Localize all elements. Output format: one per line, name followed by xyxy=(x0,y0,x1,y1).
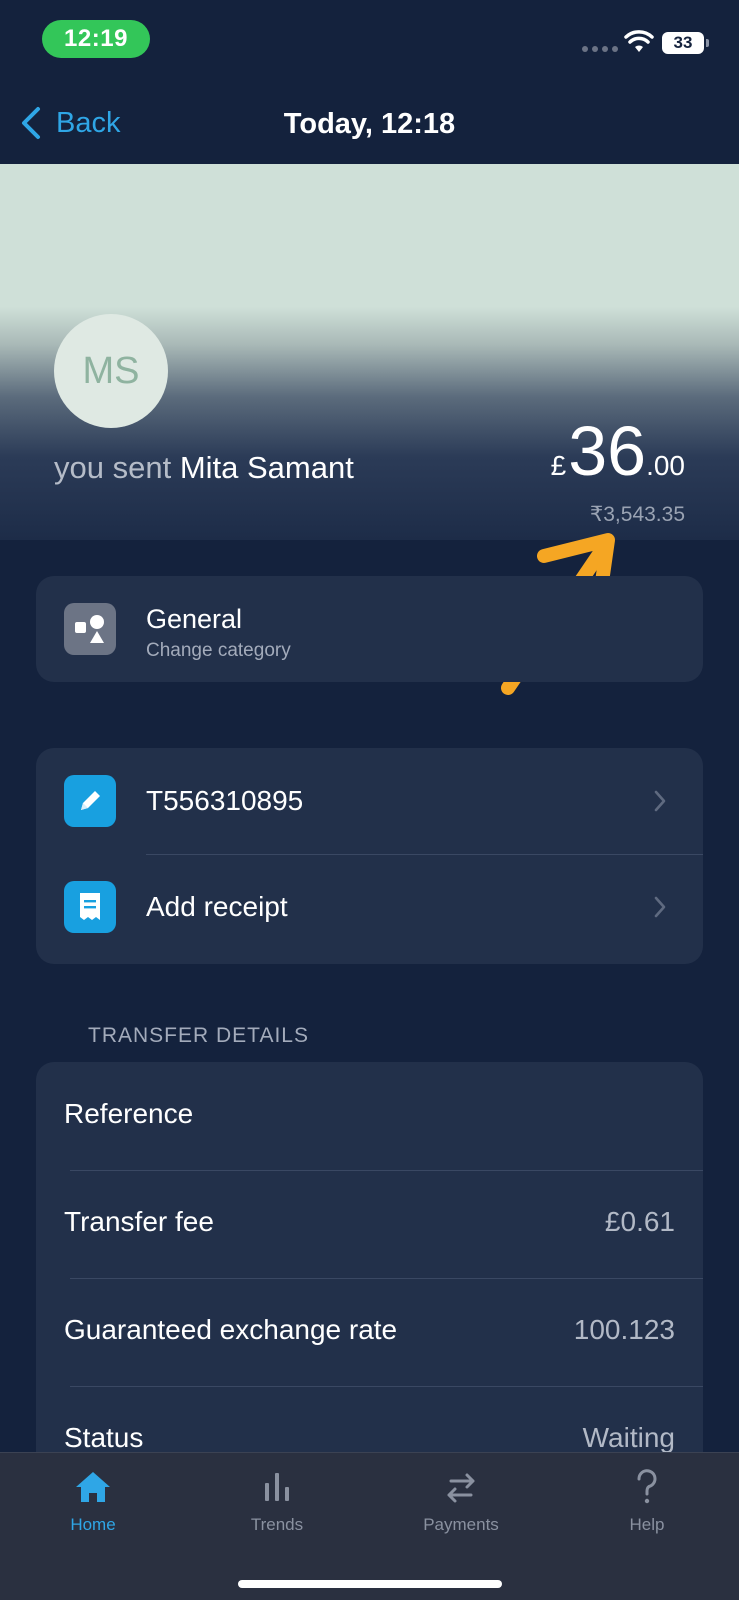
detail-row-transfer-fee: Transfer fee £0.61 xyxy=(36,1170,703,1278)
tab-label: Trends xyxy=(250,1515,304,1534)
detail-value: £0.61 xyxy=(604,1206,675,1237)
change-category-link[interactable]: Change category xyxy=(146,640,291,662)
nav-bar: Back Today, 12:18 xyxy=(0,80,739,164)
transfer-details-card: Reference Transfer fee £0.61 Guaranteed … xyxy=(36,1062,703,1462)
amount-currency: £ xyxy=(550,450,567,481)
note-label: T556310895 xyxy=(146,785,304,816)
detail-label: Reference xyxy=(64,1098,194,1129)
tab-label: Payments xyxy=(423,1515,499,1534)
transfer-arrows-icon xyxy=(447,1473,475,1503)
cellular-signal-icon xyxy=(582,46,618,52)
avatar: MS xyxy=(54,314,168,428)
detail-row-exchange-rate: Guaranteed exchange rate 100.123 xyxy=(36,1278,703,1386)
recipient-name: Mita Samant xyxy=(179,450,354,485)
tab-home[interactable]: Home xyxy=(28,1467,158,1535)
note-row[interactable]: T556310895 xyxy=(36,748,703,854)
section-title: TRANSFER DETAILS xyxy=(88,1024,309,1047)
page-title: Today, 12:18 xyxy=(283,108,456,140)
home-icon xyxy=(76,1472,110,1502)
chevron-right-icon xyxy=(654,896,666,918)
add-receipt-row[interactable]: Add receipt xyxy=(36,854,703,960)
tab-bar: Home Trends Payments Help xyxy=(0,1452,739,1600)
amount: £ 36 .00 xyxy=(551,416,685,486)
sent-description: you sent Mita Samant xyxy=(54,450,354,486)
category-shapes-icon xyxy=(64,603,116,655)
wifi-icon xyxy=(624,30,654,52)
amount-decimal: .00 xyxy=(646,450,685,481)
category-card[interactable]: General Change category xyxy=(36,576,703,682)
sent-prefix: you sent xyxy=(54,450,172,485)
tab-help[interactable]: Help xyxy=(582,1467,712,1535)
status-value: Waiting xyxy=(582,1422,675,1453)
category-title: General xyxy=(146,604,243,634)
detail-label: Status xyxy=(64,1422,144,1453)
bar-chart-icon xyxy=(265,1473,289,1501)
tab-label: Help xyxy=(629,1515,665,1534)
add-receipt-label: Add receipt xyxy=(146,891,288,922)
tab-trends[interactable]: Trends xyxy=(212,1467,342,1535)
home-indicator xyxy=(238,1580,502,1588)
actions-card: T556310895 Add receipt xyxy=(36,748,703,964)
detail-label: Transfer fee xyxy=(64,1206,214,1237)
question-mark-icon xyxy=(637,1469,657,1504)
status-time: 12:19 xyxy=(42,20,150,58)
category-row[interactable]: General Change category xyxy=(36,576,703,682)
battery-icon: 33 xyxy=(662,32,704,54)
status-bar: 12:19 33 xyxy=(0,0,739,80)
transaction-header: MS you sent Mita Samant £ 36 .00 ₹3,543.… xyxy=(0,164,739,540)
battery-nub xyxy=(706,39,709,47)
amount-whole: 36 xyxy=(568,412,647,490)
chevron-right-icon xyxy=(654,790,666,812)
converted-amount: ₹3,543.35 xyxy=(589,503,685,526)
detail-row-reference[interactable]: Reference xyxy=(36,1062,703,1170)
detail-value: 100.123 xyxy=(573,1314,675,1345)
pencil-icon xyxy=(64,775,116,827)
detail-label: Guaranteed exchange rate xyxy=(64,1314,398,1345)
tab-label: Home xyxy=(70,1515,116,1534)
tab-payments[interactable]: Payments xyxy=(396,1467,526,1535)
receipt-icon xyxy=(64,881,116,933)
